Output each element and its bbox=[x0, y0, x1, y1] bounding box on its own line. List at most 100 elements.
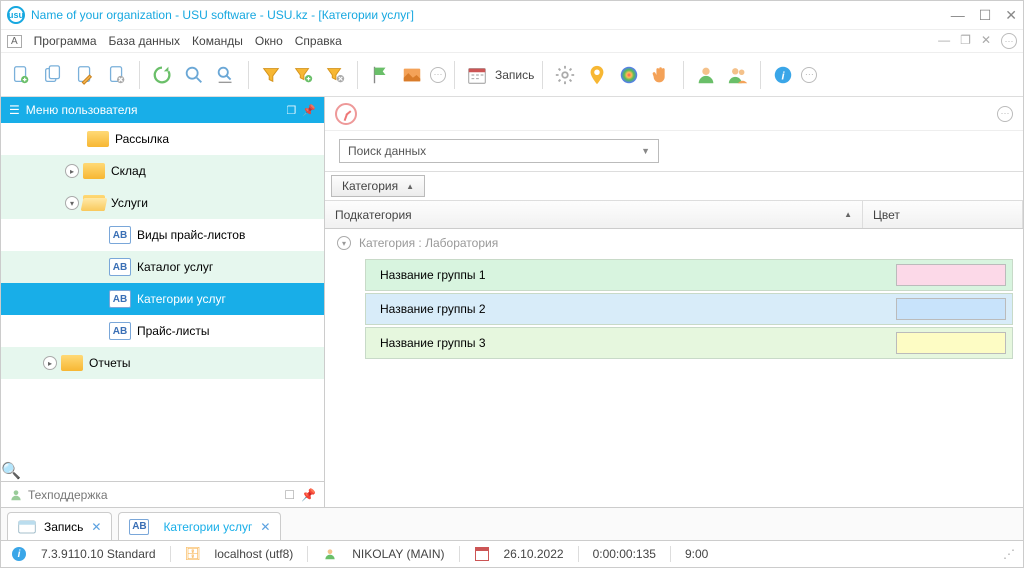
mdi-minimize-button[interactable]: — bbox=[938, 33, 950, 49]
calendar-button[interactable] bbox=[463, 61, 491, 89]
content-more-icon[interactable]: ⋯ bbox=[997, 106, 1013, 122]
date-label: 26.10.2022 bbox=[504, 547, 564, 561]
search-placeholder: Поиск данных bbox=[348, 144, 426, 158]
tree-item-label: Отчеты bbox=[89, 356, 130, 370]
color-swatch bbox=[896, 298, 1006, 320]
panel-pin-icon[interactable]: 📌 bbox=[302, 104, 316, 117]
app-window: usu Name of your organization - USU soft… bbox=[0, 0, 1024, 568]
group-row[interactable]: ▾ Категория : Лаборатория bbox=[325, 229, 1023, 257]
flag-button[interactable] bbox=[366, 61, 394, 89]
expander-icon[interactable]: ▸ bbox=[65, 164, 79, 178]
tab-close-icon[interactable]: ✕ bbox=[260, 520, 270, 534]
menu-window[interactable]: Окно bbox=[255, 34, 283, 48]
image-button[interactable] bbox=[398, 61, 426, 89]
expander-icon[interactable]: ▸ bbox=[43, 356, 57, 370]
tree-item[interactable]: ▸ Отчеты bbox=[1, 347, 324, 379]
tab-label: Запись bbox=[44, 520, 83, 534]
tree-item[interactable]: ABКатегории услуг bbox=[1, 283, 324, 315]
close-button[interactable]: ✕ bbox=[1005, 7, 1017, 24]
maximize-button[interactable]: ☐ bbox=[979, 7, 992, 24]
toolbar-more-2[interactable]: ⋯ bbox=[801, 67, 817, 83]
window-controls: — ☐ ✕ bbox=[951, 7, 1017, 24]
tree-item[interactable]: ▾ Услуги bbox=[1, 187, 324, 219]
tree-item[interactable]: ABВиды прайс-листов bbox=[1, 219, 324, 251]
user-label: NIKOLAY (MAIN) bbox=[352, 547, 444, 561]
statusbar: i 7.3.9110.10 Standard 🗄 localhost (utf8… bbox=[1, 541, 1023, 567]
tab-close-icon[interactable]: ✕ bbox=[91, 520, 101, 534]
bottom-tabs: Запись ✕ AB Категории услуг ✕ bbox=[1, 507, 1023, 541]
tree-item-label: Прайс-листы bbox=[137, 324, 210, 338]
filter-clear-button[interactable] bbox=[321, 61, 349, 89]
col-subcategory[interactable]: Подкатегория ▲ bbox=[325, 201, 863, 228]
table-row[interactable]: Название группы 3 bbox=[365, 327, 1013, 359]
bottom-tab[interactable]: AB Категории услуг ✕ bbox=[118, 512, 281, 540]
delete-doc-button[interactable] bbox=[103, 61, 131, 89]
clock-icon[interactable] bbox=[335, 103, 357, 125]
font-box-icon[interactable]: A bbox=[7, 35, 22, 48]
group-chip[interactable]: Категория ▲ bbox=[331, 175, 425, 197]
mdi-help-icon[interactable]: ⋯ bbox=[1001, 33, 1017, 49]
folder-icon bbox=[87, 131, 109, 147]
tree-item-label: Склад bbox=[111, 164, 146, 178]
main-toolbar: ⋯ Запись i ⋯ bbox=[1, 53, 1023, 97]
minimize-button[interactable]: — bbox=[951, 7, 965, 24]
color-button[interactable] bbox=[615, 61, 643, 89]
mdi-restore-button[interactable]: ❐ bbox=[960, 33, 971, 49]
menu-program[interactable]: Программа bbox=[34, 34, 97, 48]
hand-button[interactable] bbox=[647, 61, 675, 89]
info-button[interactable]: i bbox=[769, 61, 797, 89]
content-toolbar: ⋯ bbox=[325, 97, 1023, 131]
support-pin-icon[interactable]: 📌 bbox=[301, 488, 316, 502]
table-row[interactable]: Название группы 2 bbox=[365, 293, 1013, 325]
tree-item-label: Услуги bbox=[111, 196, 148, 210]
location-button[interactable] bbox=[583, 61, 611, 89]
tree-item[interactable]: ABКаталог услуг bbox=[1, 251, 324, 283]
bottom-tab[interactable]: Запись ✕ bbox=[7, 512, 112, 540]
support-label[interactable]: Техподдержка bbox=[28, 488, 108, 502]
search-list-button[interactable] bbox=[212, 61, 240, 89]
search-button[interactable] bbox=[180, 61, 208, 89]
settings-button[interactable] bbox=[551, 61, 579, 89]
mdi-close-button[interactable]: ✕ bbox=[981, 33, 991, 49]
calendar-icon bbox=[474, 546, 490, 562]
tree-item[interactable]: ▸ Склад bbox=[1, 155, 324, 187]
version-label: 7.3.9110.10 Standard bbox=[41, 547, 156, 561]
host-label: localhost (utf8) bbox=[215, 547, 294, 561]
nav-tree[interactable]: Рассылка ▸ Склад ▾ Услуги ABВиды прайс-листов… bbox=[1, 123, 324, 461]
titlebar: usu Name of your organization - USU soft… bbox=[1, 1, 1023, 29]
tree-item[interactable]: ABПрайс-листы bbox=[1, 315, 324, 347]
body: ☰ Меню пользователя ❐ 📌 Рассылка▸Склад▾У… bbox=[1, 97, 1023, 507]
ab-icon: AB bbox=[129, 519, 149, 535]
elapsed-label: 0:00:00:135 bbox=[593, 547, 656, 561]
filter-button[interactable] bbox=[257, 61, 285, 89]
resize-grip[interactable]: ⋰ bbox=[1003, 547, 1013, 561]
sort-asc-icon: ▲ bbox=[844, 210, 852, 219]
tab-label: Категории услуг bbox=[163, 520, 252, 534]
copy-doc-button[interactable] bbox=[39, 61, 67, 89]
tree-item-label: Рассылка bbox=[115, 132, 169, 146]
tree-item[interactable]: Рассылка bbox=[1, 123, 324, 155]
search-dropdown[interactable]: Поиск данных ▼ bbox=[339, 139, 659, 163]
grid-body[interactable]: ▾ Категория : Лаборатория Название групп… bbox=[325, 229, 1023, 507]
edit-doc-button[interactable] bbox=[71, 61, 99, 89]
table-row[interactable]: Название группы 1 bbox=[365, 259, 1013, 291]
record-label[interactable]: Запись bbox=[495, 68, 534, 82]
expander-icon[interactable]: ▾ bbox=[65, 196, 79, 210]
user-button[interactable] bbox=[692, 61, 720, 89]
users-button[interactable] bbox=[724, 61, 752, 89]
col-color[interactable]: Цвет bbox=[863, 201, 1023, 228]
refresh-button[interactable] bbox=[148, 61, 176, 89]
cell-subcategory: Название группы 1 bbox=[366, 268, 890, 282]
menu-database[interactable]: База данных bbox=[109, 34, 180, 48]
filter-add-button[interactable] bbox=[289, 61, 317, 89]
support-window-icon[interactable]: ☐ bbox=[284, 488, 295, 502]
toolbar-more-1[interactable]: ⋯ bbox=[430, 67, 446, 83]
new-doc-button[interactable] bbox=[7, 61, 35, 89]
collapse-icon[interactable]: ▾ bbox=[337, 236, 351, 250]
support-panel: Техподдержка ☐ 📌 bbox=[1, 481, 324, 507]
panel-window-icon[interactable]: ❐ bbox=[286, 104, 296, 117]
menu-commands[interactable]: Команды bbox=[192, 34, 243, 48]
search-icon[interactable]: 🔍 bbox=[1, 463, 21, 480]
menu-help[interactable]: Справка bbox=[295, 34, 342, 48]
menubar: A Программа База данных Команды Окно Спр… bbox=[1, 29, 1023, 53]
